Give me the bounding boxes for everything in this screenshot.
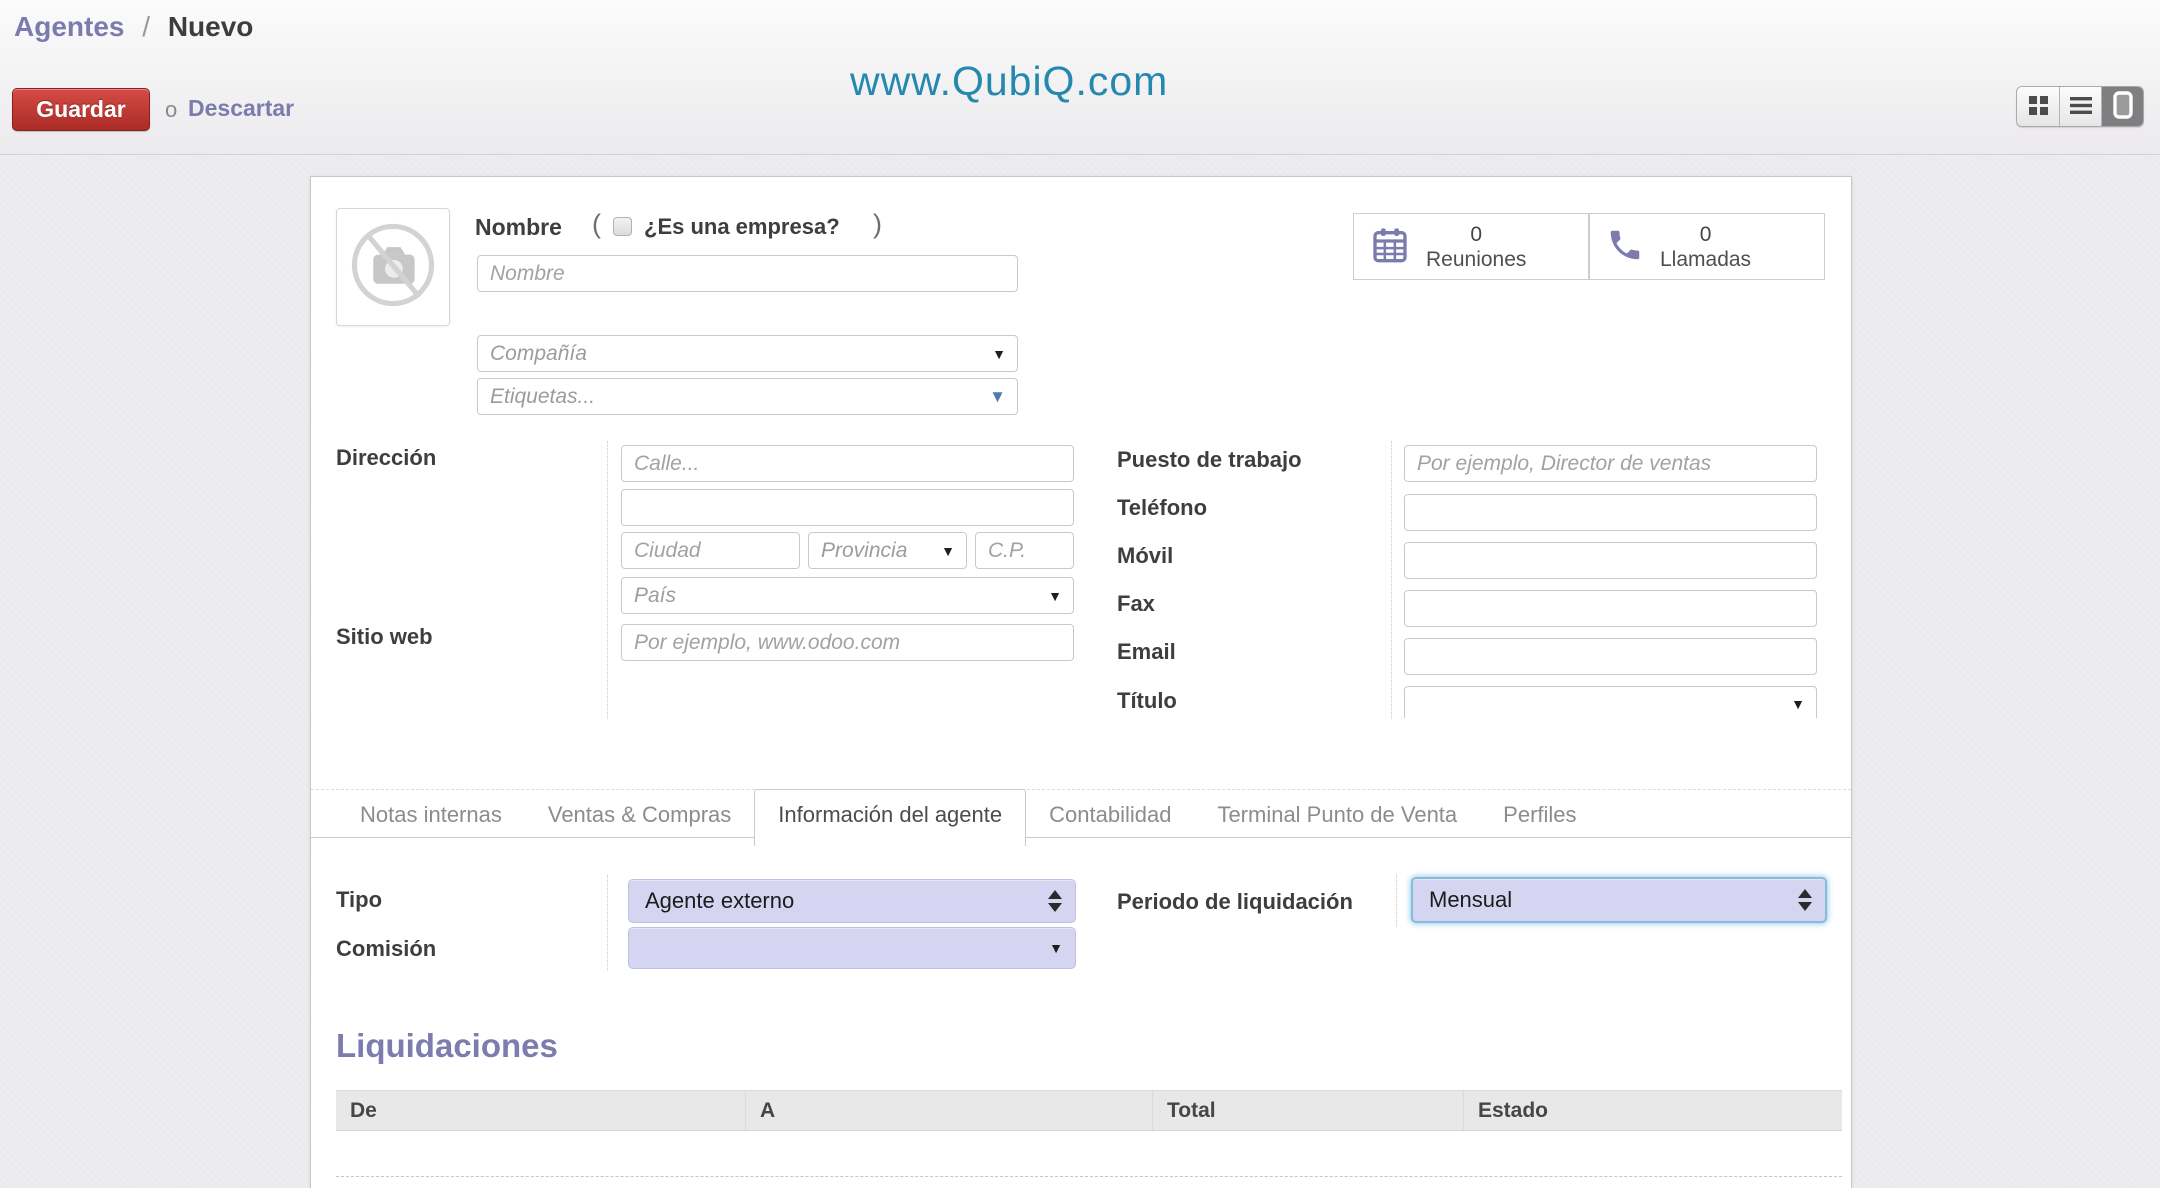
meetings-count: 0 bbox=[1426, 222, 1526, 247]
divider bbox=[1391, 441, 1392, 719]
calls-stat-button[interactable]: 0 Llamadas bbox=[1589, 213, 1825, 280]
settlements-title: Liquidaciones bbox=[336, 1027, 558, 1065]
chevron-down-icon: ▼ bbox=[989, 387, 1006, 407]
tab-perfiles[interactable]: Perfiles bbox=[1480, 792, 1599, 838]
tab-contabilidad[interactable]: Contabilidad bbox=[1026, 792, 1194, 838]
company-select[interactable]: Compañía ▼ bbox=[477, 335, 1018, 372]
page: Agentes / Nuevo Guardar o Descartar www.… bbox=[0, 0, 2160, 1188]
name-input[interactable] bbox=[477, 255, 1018, 292]
mobile-input[interactable] bbox=[1404, 542, 1817, 579]
select-spinner-icon bbox=[1798, 889, 1812, 911]
tags-select[interactable]: Etiquetas... ▼ bbox=[477, 378, 1018, 415]
settlement-period-label: Periodo de liquidación bbox=[1117, 889, 1353, 915]
fax-label: Fax bbox=[1117, 591, 1155, 617]
meetings-stat-button[interactable]: 0 Reuniones bbox=[1353, 213, 1589, 280]
address-label: Dirección bbox=[336, 445, 436, 471]
title-label: Título bbox=[1117, 688, 1177, 714]
column-header-de[interactable]: De bbox=[336, 1091, 746, 1130]
email-label: Email bbox=[1117, 639, 1176, 665]
phone-label: Teléfono bbox=[1117, 495, 1207, 521]
paren-open: ( bbox=[592, 209, 601, 240]
no-photo-icon bbox=[346, 216, 440, 319]
breadcrumb-agentes[interactable]: Agentes bbox=[14, 11, 124, 42]
street-input[interactable] bbox=[621, 445, 1074, 482]
email-input[interactable] bbox=[1404, 638, 1817, 675]
chevron-down-icon: ▼ bbox=[1048, 588, 1062, 604]
tab-terminal-punto-de-venta[interactable]: Terminal Punto de Venta bbox=[1194, 792, 1480, 838]
paren-close: ) bbox=[873, 209, 882, 240]
meetings-label: Reuniones bbox=[1426, 247, 1526, 272]
settlement-period-select[interactable]: Mensual bbox=[1411, 877, 1827, 923]
list-icon bbox=[2070, 97, 2092, 117]
fax-input[interactable] bbox=[1404, 590, 1817, 627]
column-header-estado[interactable]: Estado bbox=[1464, 1091, 1842, 1130]
discard-link[interactable]: Descartar bbox=[188, 95, 294, 122]
view-switcher bbox=[2016, 86, 2144, 127]
commission-label: Comisión bbox=[336, 936, 436, 962]
divider bbox=[1396, 875, 1397, 927]
column-header-a[interactable]: A bbox=[746, 1091, 1153, 1130]
breadcrumb: Agentes / Nuevo bbox=[14, 11, 253, 43]
settlements-table: De A Total Estado bbox=[336, 1090, 1842, 1131]
tab-ventas-compras[interactable]: Ventas & Compras bbox=[525, 792, 754, 838]
is-company-checkbox[interactable] bbox=[613, 217, 632, 236]
site-title: www.QubiQ.com bbox=[850, 58, 1168, 105]
chevron-down-icon: ▼ bbox=[992, 346, 1006, 362]
state-placeholder: Provincia bbox=[809, 539, 907, 563]
city-input[interactable] bbox=[621, 532, 800, 569]
form-sheet: Nombre ( ¿Es una empresa? ) Compañía ▼ E… bbox=[310, 176, 1852, 1188]
avatar[interactable] bbox=[336, 208, 450, 326]
phone-input[interactable] bbox=[1404, 494, 1817, 531]
breadcrumb-separator: / bbox=[132, 11, 160, 42]
divider bbox=[607, 875, 608, 971]
form-icon bbox=[2112, 91, 2134, 122]
divider bbox=[336, 1176, 1842, 1177]
list-view-button[interactable] bbox=[2059, 87, 2101, 126]
divider bbox=[607, 441, 608, 719]
country-select[interactable]: País ▼ bbox=[621, 577, 1074, 614]
country-placeholder: País bbox=[622, 584, 676, 608]
save-button[interactable]: Guardar bbox=[12, 88, 150, 131]
column-header-total[interactable]: Total bbox=[1153, 1091, 1464, 1130]
street2-input[interactable] bbox=[621, 489, 1074, 526]
website-input[interactable] bbox=[621, 624, 1074, 661]
type-label: Tipo bbox=[336, 887, 382, 913]
name-label: Nombre bbox=[475, 214, 562, 241]
chevron-down-icon: ▼ bbox=[941, 543, 955, 559]
control-panel: Agentes / Nuevo Guardar o Descartar www.… bbox=[0, 0, 2160, 155]
tab-informacion-del-agente[interactable]: Información del agente bbox=[754, 789, 1026, 846]
notebook-tabs: Notas internas Ventas & Compras Informac… bbox=[311, 792, 1851, 838]
zip-input[interactable] bbox=[975, 532, 1074, 569]
settlements-table-header: De A Total Estado bbox=[336, 1090, 1842, 1131]
mobile-label: Móvil bbox=[1117, 543, 1173, 569]
job-position-input[interactable] bbox=[1404, 445, 1817, 482]
phone-icon bbox=[1606, 226, 1644, 267]
kanban-icon bbox=[2029, 96, 2048, 118]
kanban-view-button[interactable] bbox=[2017, 87, 2059, 126]
calls-count: 0 bbox=[1660, 222, 1751, 247]
commission-select[interactable]: ▼ bbox=[628, 927, 1076, 969]
settlement-period-value: Mensual bbox=[1413, 887, 1512, 913]
divider bbox=[311, 789, 1851, 790]
state-select[interactable]: Provincia ▼ bbox=[808, 532, 967, 569]
tab-notas-internas[interactable]: Notas internas bbox=[337, 792, 525, 838]
form-view-button[interactable] bbox=[2101, 87, 2143, 126]
calendar-icon bbox=[1370, 225, 1410, 268]
title-select[interactable]: ▼ bbox=[1404, 686, 1817, 718]
chevron-down-icon: ▼ bbox=[1791, 696, 1805, 712]
breadcrumb-current: Nuevo bbox=[168, 11, 254, 42]
company-placeholder: Compañía bbox=[478, 342, 587, 366]
select-spinner-icon bbox=[1048, 890, 1062, 912]
is-company-label: ¿Es una empresa? bbox=[644, 214, 840, 240]
type-value: Agente externo bbox=[629, 888, 794, 914]
tags-placeholder: Etiquetas... bbox=[478, 385, 595, 409]
job-position-label: Puesto de trabajo bbox=[1117, 447, 1302, 473]
chevron-down-icon: ▼ bbox=[1049, 940, 1063, 956]
calls-label: Llamadas bbox=[1660, 247, 1751, 272]
website-label: Sitio web bbox=[336, 624, 433, 650]
type-select[interactable]: Agente externo bbox=[628, 879, 1076, 923]
or-text: o bbox=[165, 97, 177, 123]
